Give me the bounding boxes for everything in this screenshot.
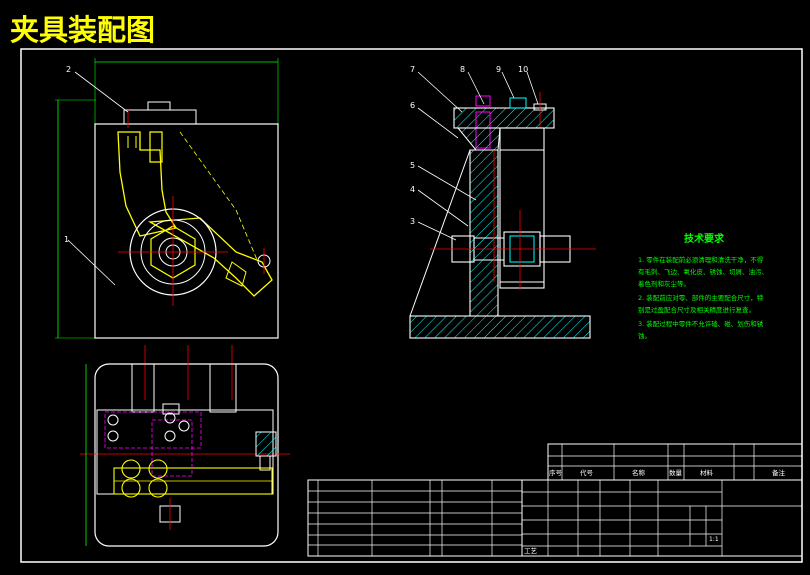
- balloon-3: 3: [410, 217, 415, 226]
- tech-heading: 技术要求: [684, 232, 725, 245]
- balloon-9: 9: [496, 65, 501, 74]
- drawing-canvas: 夹具装配图 2 1 7 8 9 10 6 5 4 3 技术要求 1. 零件在装配…: [0, 0, 810, 575]
- drawing-title: 夹具装配图: [10, 13, 155, 47]
- tech-line-4: 2. 装配前应对零、部件的主要配合尺寸，特: [638, 293, 764, 302]
- front-view: 2 1: [55, 58, 279, 339]
- craft-label: 工艺: [524, 547, 538, 555]
- balloon-7: 7: [410, 65, 415, 74]
- tech-line-6: 3. 装配过程中零件不允许磕、碰、划伤和锈: [638, 319, 764, 328]
- header-seq: 序号: [549, 468, 563, 477]
- tech-line-2: 有毛刺、飞边、氧化皮、锈蚀、切屑、油污、: [638, 267, 768, 276]
- balloon-8: 8: [460, 65, 465, 74]
- tech-line-3: 着色剂和灰尘等。: [638, 279, 690, 288]
- header-qty: 数量: [669, 468, 683, 477]
- header-remark: 备注: [772, 468, 786, 477]
- balloon-1: 1: [64, 235, 69, 244]
- title-block-labels: 序号 代号 名称 数量 材料 备注 工艺 1:1: [524, 468, 786, 555]
- header-material: 材料: [700, 468, 714, 477]
- balloon-4: 4: [410, 185, 415, 194]
- balloon-6: 6: [410, 101, 415, 110]
- title-block: [307, 443, 803, 557]
- balloon-2: 2: [66, 65, 71, 74]
- header-code: 代号: [580, 468, 594, 477]
- header-name: 名称: [632, 468, 646, 477]
- tech-line-1: 1. 零件在装配前必须清理和清洗干净，不得: [638, 255, 764, 264]
- cad-drawing: 夹具装配图 2 1 7 8 9 10 6 5 4 3 技术要求 1. 零件在装配…: [10, 13, 803, 563]
- technical-requirements: 技术要求 1. 零件在装配前必须清理和清洗干净，不得 有毛刺、飞边、氧化皮、锈蚀…: [638, 232, 768, 340]
- top-view: [80, 345, 290, 547]
- side-view: 7 8 9 10 6 5 4 3: [409, 65, 596, 339]
- tech-line-7: 蚀。: [638, 331, 651, 340]
- balloon-10: 10: [518, 65, 528, 74]
- scale-value: 1:1: [709, 536, 719, 543]
- tech-line-5: 别是过盈配合尺寸及相关精度进行复查。: [638, 305, 755, 314]
- balloon-5: 5: [410, 161, 415, 170]
